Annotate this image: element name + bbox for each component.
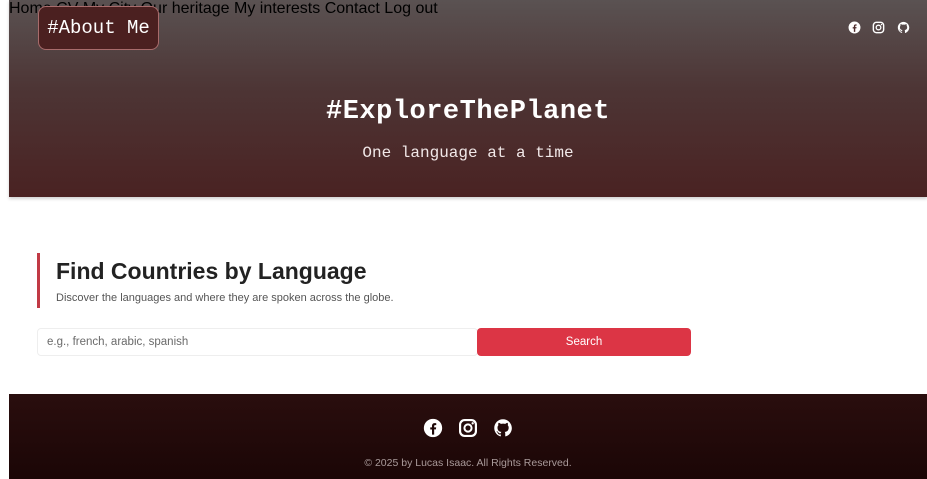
github-icon[interactable] <box>897 21 910 34</box>
nav-my-interests[interactable]: My interests <box>234 0 320 17</box>
page: #About Me Home CV My City Our heritage M… <box>9 0 927 479</box>
facebook-icon[interactable] <box>848 21 861 34</box>
nav-log-out[interactable]: Log out <box>384 0 437 17</box>
github-icon[interactable] <box>493 418 513 438</box>
brand-logo-button[interactable]: #About Me <box>38 6 159 50</box>
section-heading-block: Find Countries by Language Discover the … <box>37 253 394 308</box>
section-title: Find Countries by Language <box>56 258 367 284</box>
section-description: Discover the languages and where they ar… <box>56 292 394 304</box>
footer: © 2025 by Lucas Isaac. All Rights Reserv… <box>9 394 927 479</box>
search-button[interactable]: Search <box>477 328 691 356</box>
copyright-text: © 2025 by Lucas Isaac. All Rights Reserv… <box>364 457 572 469</box>
hero-header: #About Me Home CV My City Our heritage M… <box>9 0 927 197</box>
hero-title: #ExploreThePlanet <box>326 97 610 127</box>
nav-contact[interactable]: Contact <box>325 0 380 17</box>
footer-social-links <box>9 418 927 438</box>
instagram-icon[interactable] <box>458 418 478 438</box>
instagram-icon[interactable] <box>872 21 885 34</box>
facebook-icon[interactable] <box>423 418 443 438</box>
hero-subtitle: One language at a time <box>362 144 574 162</box>
language-search-input[interactable] <box>37 328 478 356</box>
